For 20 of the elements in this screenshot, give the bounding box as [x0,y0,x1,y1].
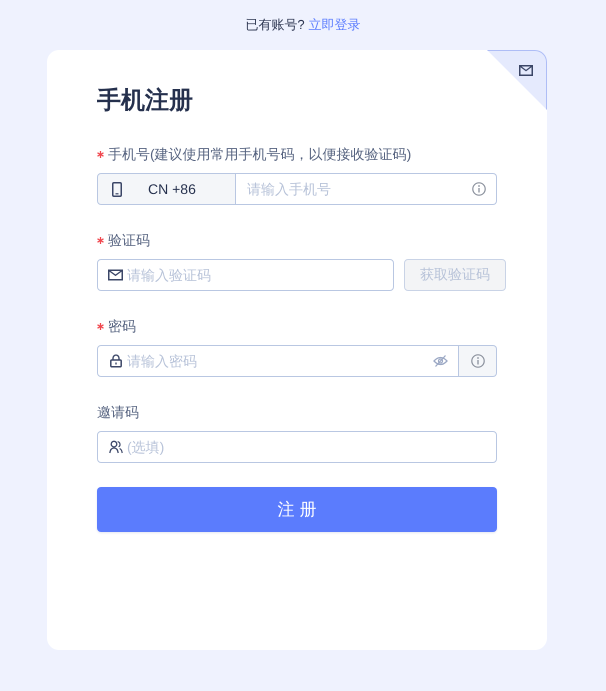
users-icon [109,440,123,454]
field-label: 密码 [108,317,136,336]
field-label: 手机号(建议使用常用手机号码，以便接收验证码) [108,145,412,164]
country-code-select[interactable]: CN +86 [97,173,236,205]
info-icon [472,182,486,196]
invite-code-field[interactable]: (选填) [97,431,497,463]
account-prompt: 已有账号? [245,16,305,34]
phone-input-field[interactable]: 请输入手机号 [236,173,497,205]
mail-icon [108,270,123,280]
mail-icon [519,65,533,76]
lock-icon [110,354,122,368]
register-button[interactable]: 注 册 [97,487,497,532]
login-link[interactable]: 立即登录 [308,16,361,34]
card-title: 手机注册 [97,86,193,116]
info-icon [470,354,484,368]
code-input-field[interactable]: 请输入验证码 [97,259,394,291]
field-label: 验证码 [108,231,150,250]
field-label: 邀请码 [97,403,139,422]
password-input-field[interactable]: 请输入密码 [97,345,459,377]
phone-icon [112,182,122,196]
